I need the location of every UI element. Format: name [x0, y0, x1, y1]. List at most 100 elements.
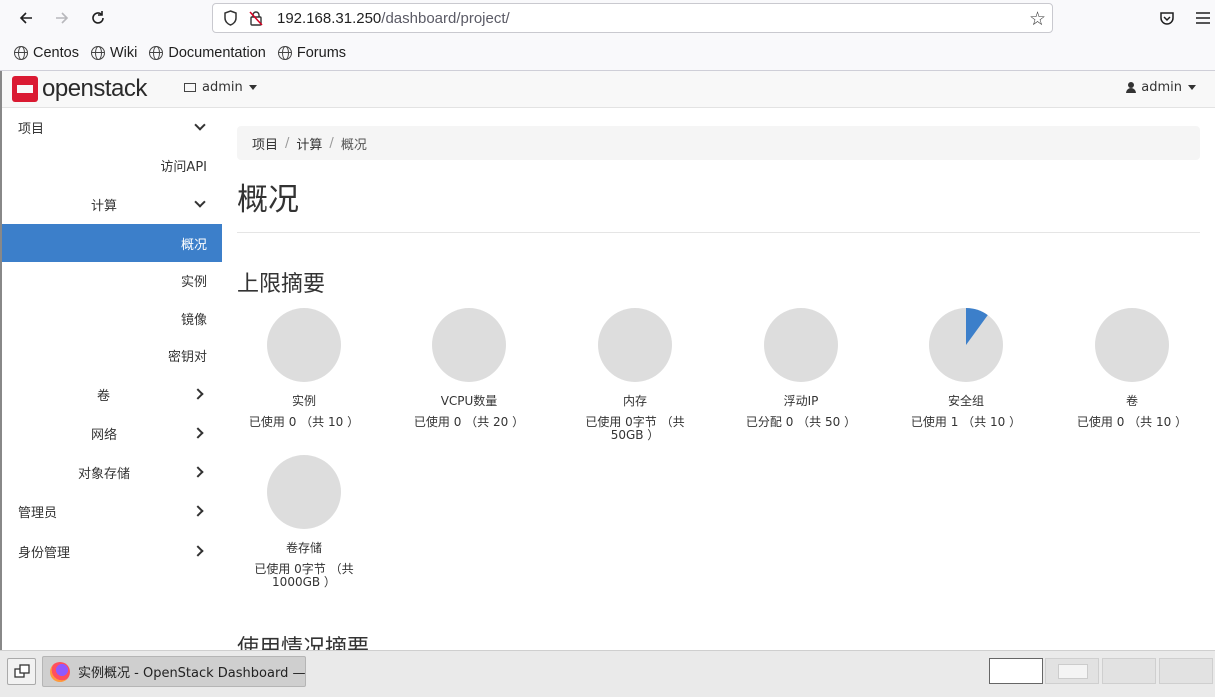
firefox-icon	[50, 661, 70, 682]
project-switcher[interactable]: admin	[184, 80, 257, 95]
sidebar-item-admin[interactable]: 管理员	[2, 492, 222, 530]
breadcrumb-item-compute[interactable]: 计算	[296, 134, 322, 153]
bookmark-wiki[interactable]: Wiki	[90, 45, 138, 61]
sidebar-item-compute[interactable]: 计算	[2, 185, 222, 223]
sidebar-item-label: 网络	[91, 427, 118, 443]
sidebar-item-label: 计算	[91, 198, 118, 214]
bookmark-documentation[interactable]: Documentation	[149, 45, 266, 61]
pie-remaining-slice	[764, 308, 838, 382]
limit-pie-chart	[929, 308, 1003, 382]
limit-pie-chart	[764, 308, 838, 382]
limit-title: 内存	[622, 394, 647, 408]
forward-icon[interactable]	[50, 6, 74, 30]
limit-usage-text: 已使用 0 （共 20 ）	[413, 415, 525, 429]
chevron-down-icon	[194, 119, 206, 131]
workspace-3[interactable]	[1102, 658, 1156, 684]
sidebar-item-volumes[interactable]: 卷	[2, 375, 222, 413]
sidebar-item-keypairs[interactable]: 密钥对	[2, 336, 222, 374]
globe-icon	[14, 46, 28, 60]
sidebar: 项目 访问API 计算 概况 实例 镜像 密钥对 卷 网络 对象存储 管理员 身…	[2, 108, 222, 650]
limit-pie-chart	[267, 455, 341, 529]
user-menu[interactable]: admin	[1126, 80, 1196, 95]
caret-down-icon	[1188, 85, 1196, 90]
insecure-lock-icon[interactable]	[247, 9, 265, 27]
limits-summary-heading: 上限摘要	[237, 272, 326, 297]
project-icon	[184, 83, 196, 92]
globe-icon	[90, 46, 105, 60]
chevron-right-icon	[192, 427, 204, 439]
url-bar[interactable]: 192.168.31.250/dashboard/project/ ☆	[212, 3, 1053, 33]
pocket-icon[interactable]	[1155, 6, 1179, 30]
openstack-logo[interactable]: openstack	[12, 75, 147, 103]
openstack-header: openstack admin admin	[0, 71, 1215, 108]
taskbar-window-title: 实例概况 - OpenStack Dashboard —...	[78, 666, 306, 681]
taskbar-window-firefox[interactable]: 实例概况 - OpenStack Dashboard —...	[42, 656, 306, 687]
workspace-1[interactable]	[989, 658, 1043, 684]
user-icon	[1126, 82, 1137, 93]
chevron-right-icon	[192, 466, 204, 478]
bookmark-star-icon[interactable]: ☆	[1029, 8, 1046, 30]
bookmark-forums[interactable]: Forums	[277, 45, 347, 61]
main-content: 项目 / 计算 / 概况 概况 上限摘要 实例 已使用 0 （共 10 ） VCPU…	[237, 108, 1200, 650]
limit-usage-text: 已使用 0字节 （共 50GB ）	[585, 415, 685, 442]
breadcrumb-separator: /	[285, 135, 290, 151]
bookmark-centos[interactable]: Centos	[14, 45, 79, 61]
limit-pie-chart	[432, 308, 506, 382]
limit-pie-chart	[267, 308, 341, 382]
workspace-2[interactable]	[1045, 658, 1099, 684]
shield-icon[interactable]	[221, 9, 239, 27]
pie-remaining-slice	[432, 308, 506, 382]
limit-card-security-groups: 安全组 已使用 1 （共 10 ）	[899, 308, 1033, 429]
bookmark-label: Forums	[296, 45, 347, 61]
sidebar-item-label: 密钥对	[167, 349, 207, 365]
sidebar-item-network[interactable]: 网络	[2, 414, 222, 452]
breadcrumb-item-project[interactable]: 项目	[252, 134, 278, 153]
caret-down-icon	[248, 85, 257, 90]
bookmark-label: Wiki	[109, 45, 138, 61]
chevron-right-icon	[192, 505, 204, 517]
bookmark-label: Centos	[33, 45, 79, 61]
sidebar-item-object-storage[interactable]: 对象存储	[2, 453, 222, 491]
limit-title: 浮动IP	[783, 394, 819, 408]
show-desktop-button[interactable]	[7, 658, 36, 685]
sidebar-item-label: 身份管理	[18, 545, 71, 561]
sidebar-item-label: 镜像	[180, 312, 207, 328]
menu-icon[interactable]	[1191, 6, 1215, 30]
sidebar-item-access-api[interactable]: 访问API	[2, 146, 222, 184]
sidebar-item-project[interactable]: 项目	[2, 108, 222, 146]
limit-title: 卷存储	[285, 541, 322, 555]
title-divider	[237, 232, 1200, 233]
reload-icon[interactable]	[86, 6, 110, 30]
limit-card-floating-ips: 浮动IP 已分配 0 （共 50 ）	[734, 308, 868, 429]
sidebar-item-identity[interactable]: 身份管理	[2, 532, 222, 570]
limit-card-vcpus: VCPU数量已使用 0 （共 20 ）	[402, 308, 536, 429]
user-name: admin	[1141, 80, 1182, 95]
usage-summary-heading: 使用情况摘要	[237, 636, 370, 650]
bookmark-label: Documentation	[168, 45, 266, 61]
back-icon[interactable]	[14, 6, 38, 30]
taskbar: 实例概况 - OpenStack Dashboard —...	[0, 650, 1215, 697]
sidebar-item-instances[interactable]: 实例	[2, 261, 222, 299]
limit-title: 实例	[291, 394, 316, 408]
limit-usage-text: 已使用 0 （共 10 ）	[1076, 415, 1188, 429]
limit-card-instances: 实例 已使用 0 （共 10 ）	[237, 308, 371, 429]
url-path: /dashboard/project/	[381, 9, 510, 27]
limit-pie-chart	[598, 308, 672, 382]
sidebar-item-label: 概况	[180, 237, 207, 253]
sidebar-item-overview[interactable]: 概况	[2, 224, 222, 262]
page-title: 概况	[237, 182, 299, 218]
limit-title: 卷	[1125, 394, 1138, 408]
sidebar-item-images[interactable]: 镜像	[2, 299, 222, 337]
url-host: 192.168.31.250	[277, 9, 382, 27]
sidebar-item-label: 对象存储	[78, 466, 131, 482]
url-text[interactable]: 192.168.31.250/dashboard/project/	[277, 10, 510, 27]
window-switch-icon	[13, 664, 30, 678]
chevron-right-icon	[192, 388, 204, 400]
workspace-4[interactable]	[1159, 658, 1213, 684]
pie-remaining-slice	[267, 308, 341, 382]
limit-title: VCPU数量	[440, 394, 498, 408]
chevron-right-icon	[192, 545, 204, 557]
limit-usage-text: 已使用 1 （共 10 ）	[910, 415, 1022, 429]
limit-usage-text: 已分配 0 （共 50 ）	[745, 415, 857, 429]
chevron-down-icon	[194, 196, 206, 208]
